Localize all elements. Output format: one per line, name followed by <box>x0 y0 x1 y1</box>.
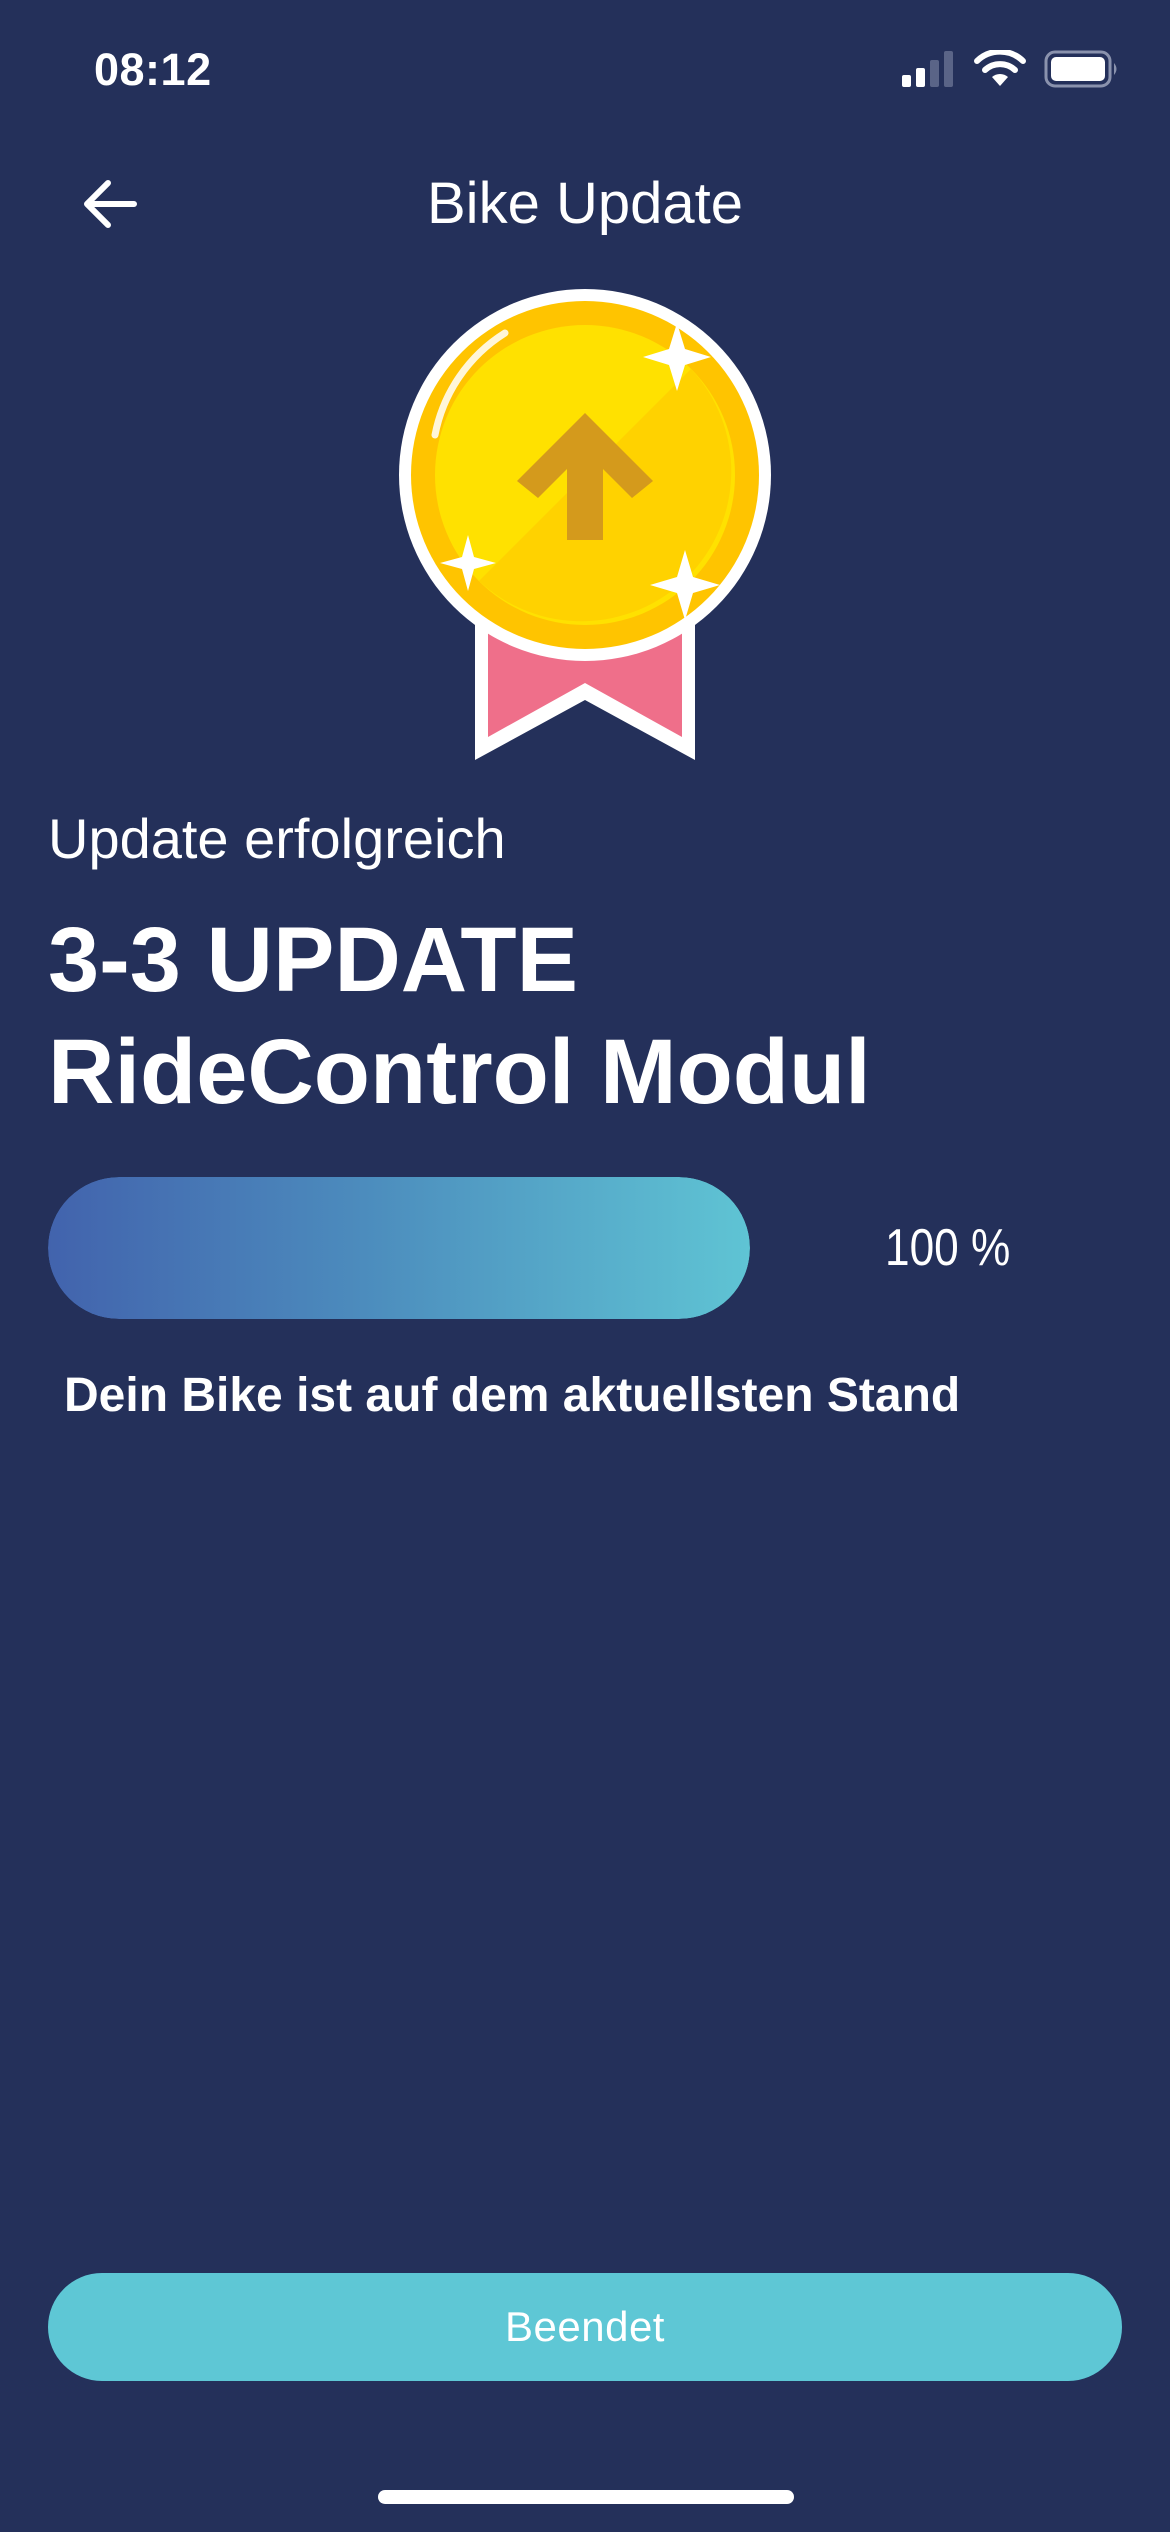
update-title-line1: 3-3 UPDATE <box>48 909 578 1011</box>
update-message: Dein Bike ist auf dem aktuellsten Stand <box>64 1369 961 1422</box>
status-icons <box>902 48 1120 93</box>
bike-update-screen: 08:12 Bike Update Update erfolgreich 3-3… <box>0 0 1170 2532</box>
progress-bar <box>48 1177 750 1319</box>
status-time: 08:12 <box>94 44 212 95</box>
update-status-label: Update erfolgreich <box>48 807 506 870</box>
battery-icon <box>1044 50 1120 93</box>
upload-medal-icon <box>395 285 775 765</box>
home-indicator[interactable] <box>378 2490 794 2504</box>
finish-button[interactable]: Beendet <box>48 2273 1122 2381</box>
progress-bar-fill <box>48 1177 750 1319</box>
update-title: 3-3 UPDATE RideControl Modul <box>48 904 871 1128</box>
cellular-signal-icon <box>902 51 956 92</box>
update-title-line2: RideControl Modul <box>48 1021 871 1123</box>
progress-value: 100 % <box>885 1219 1011 1277</box>
page-title: Bike Update <box>427 171 743 236</box>
wifi-icon <box>974 48 1026 93</box>
